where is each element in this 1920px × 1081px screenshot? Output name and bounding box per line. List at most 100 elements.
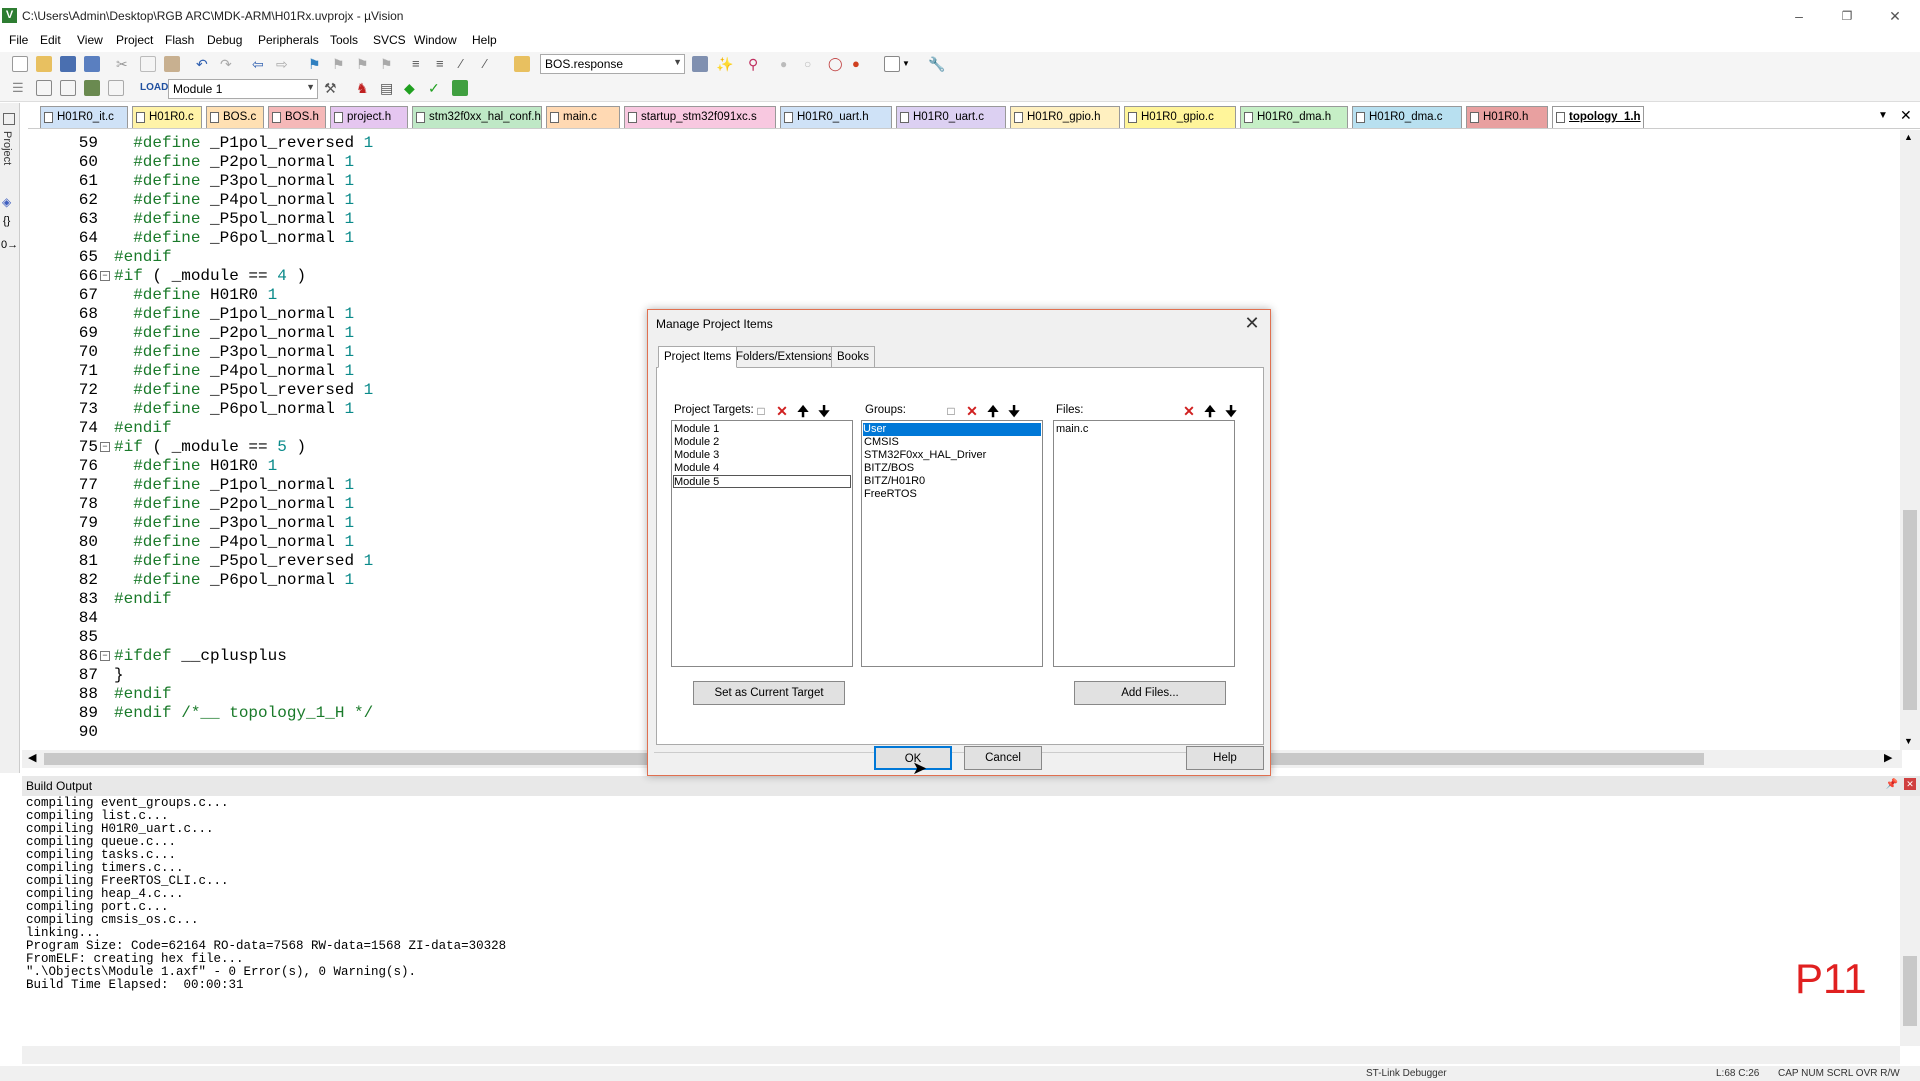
open-folder-icon[interactable]	[36, 56, 52, 72]
list-item[interactable]: Module 3	[674, 449, 719, 462]
save-all-icon[interactable]	[84, 56, 100, 72]
tab-books[interactable]: Books	[831, 346, 875, 368]
build-horizontal-scrollbar[interactable]	[22, 1046, 1900, 1064]
file-tab[interactable]: project.h	[330, 106, 408, 128]
tab-list-chevron-icon[interactable]: ▼	[1878, 110, 1888, 121]
uncomment-icon[interactable]: ∕	[484, 56, 500, 72]
minimize-button[interactable]: –	[1784, 6, 1814, 26]
kill-breakpoints-icon[interactable]: ●	[852, 56, 868, 72]
functions-icon[interactable]: {}	[3, 215, 10, 227]
menu-file[interactable]: File	[9, 33, 28, 47]
copy-icon[interactable]	[140, 56, 156, 72]
rebuild-icon[interactable]	[60, 80, 76, 96]
bookmark-prev-icon[interactable]: ⚑	[332, 56, 348, 72]
chevron-down-icon[interactable]: ▼	[673, 57, 682, 67]
groups-list[interactable]: User CMSIS STM32F0xx_HAL_Driver BITZ/BOS…	[861, 420, 1043, 667]
paste-icon[interactable]	[164, 56, 180, 72]
insert-breakpoint-icon[interactable]: ●	[780, 56, 796, 72]
list-item[interactable]: Module 1	[674, 423, 719, 436]
scroll-thumb[interactable]	[1903, 510, 1917, 710]
menu-tools[interactable]: Tools	[330, 33, 358, 47]
file-tab[interactable]: BOS.c	[206, 106, 264, 128]
find-combo[interactable]: BOS.response ▼	[540, 54, 685, 74]
list-item[interactable]: main.c	[1056, 423, 1088, 436]
menu-peripherals[interactable]: Peripherals	[258, 33, 319, 47]
move-down-target-icon[interactable]: 🠋	[815, 403, 833, 419]
target-combo[interactable]: Module 1 ▼	[168, 79, 318, 99]
scroll-thumb[interactable]	[1903, 956, 1917, 1026]
window-layout-icon[interactable]	[884, 56, 900, 72]
find-icon[interactable]	[692, 56, 708, 72]
move-up-target-icon[interactable]: 🠉	[794, 403, 812, 419]
books-icon[interactable]: ◈	[2, 195, 11, 209]
new-target-icon[interactable]: □	[752, 403, 770, 419]
tab-folders-extensions[interactable]: Folders/Extensions	[730, 346, 840, 368]
fold-collapse-icon[interactable]: −	[100, 442, 110, 452]
list-item[interactable]: Module 5	[673, 475, 851, 488]
build-icon[interactable]	[36, 80, 52, 96]
list-item[interactable]: CMSIS	[864, 436, 899, 449]
menu-flash[interactable]: Flash	[165, 33, 194, 47]
list-item[interactable]: BITZ/BOS	[864, 462, 914, 475]
scroll-right-icon[interactable]: ▶	[1884, 751, 1892, 764]
nav-back-icon[interactable]: ⇦	[252, 56, 268, 72]
project-tab-label[interactable]: Project	[1, 131, 13, 165]
move-up-file-icon[interactable]: 🠉	[1201, 403, 1219, 419]
cut-icon[interactable]: ✂	[116, 56, 132, 72]
nav-forward-icon[interactable]: ⇨	[276, 56, 292, 72]
list-item[interactable]: STM32F0xx_HAL_Driver	[864, 449, 986, 462]
redo-icon[interactable]: ↷	[220, 56, 236, 72]
chevron-down-icon[interactable]: ▼	[306, 82, 315, 92]
fold-collapse-icon[interactable]: −	[100, 271, 110, 281]
file-tab[interactable]: H01R0.h	[1466, 106, 1548, 128]
templates-icon[interactable]: 0→	[1, 239, 18, 251]
file-tab[interactable]: H01R0_gpio.h	[1010, 106, 1120, 128]
set-as-current-target-button[interactable]: Set as Current Target	[693, 681, 845, 705]
pin-icon[interactable]: 📌	[1886, 779, 1898, 790]
new-group-icon[interactable]: □	[942, 403, 960, 419]
bookmark-clear-icon[interactable]: ⚑	[380, 56, 396, 72]
target-options-icon[interactable]: ⚒	[324, 80, 340, 96]
chevron-down-icon[interactable]: ▼	[902, 56, 918, 72]
select-packs-icon[interactable]	[452, 80, 468, 96]
file-tab[interactable]: stm32f0xx_hal_conf.h	[412, 106, 542, 128]
scroll-up-icon[interactable]: ▲	[1904, 132, 1913, 142]
file-tab[interactable]: H01R0.c	[132, 106, 202, 128]
file-tab[interactable]: H01R0_dma.h	[1240, 106, 1348, 128]
list-item[interactable]: FreeRTOS	[864, 488, 917, 501]
cancel-button[interactable]: Cancel	[964, 746, 1042, 770]
file-tab[interactable]: BOS.h	[268, 106, 326, 128]
menu-debug[interactable]: Debug	[207, 33, 242, 47]
delete-group-icon[interactable]: ✕	[963, 403, 981, 419]
file-tab[interactable]: H01R0_uart.c	[896, 106, 1006, 128]
stop-build-icon[interactable]	[108, 80, 124, 96]
disable-breakpoints-icon[interactable]: ◯	[828, 56, 844, 72]
file-tab[interactable]: topology_1.h	[1552, 106, 1644, 128]
file-extensions-icon[interactable]: ▤	[380, 80, 396, 96]
rte-icon[interactable]: ◆	[404, 80, 420, 96]
find-in-files-icon[interactable]	[514, 56, 530, 72]
save-icon[interactable]	[60, 56, 76, 72]
restore-button[interactable]: ❐	[1832, 6, 1862, 26]
bookmark-next-icon[interactable]: ⚑	[356, 56, 372, 72]
file-tab[interactable]: main.c	[546, 106, 620, 128]
file-tab[interactable]: H01R0_it.c	[40, 106, 128, 128]
file-tab[interactable]: startup_stm32f091xc.s	[624, 106, 776, 128]
targets-list[interactable]: Module 1 Module 2 Module 3 Module 4 Modu…	[671, 420, 853, 667]
menu-edit[interactable]: Edit	[40, 33, 61, 47]
move-up-group-icon[interactable]: 🠉	[984, 403, 1002, 419]
list-item-selected[interactable]: User	[863, 423, 1041, 436]
list-item[interactable]: Module 2	[674, 436, 719, 449]
close-window-button[interactable]: ✕	[1880, 6, 1910, 26]
batch-build-icon[interactable]	[84, 80, 100, 96]
enable-breakpoint-icon[interactable]: ○	[804, 56, 820, 72]
bookmark-toggle-icon[interactable]: ⚑	[308, 56, 324, 72]
editor-vertical-scrollbar[interactable]: ▲ ▼	[1900, 130, 1920, 750]
file-tab[interactable]: H01R0_gpio.c	[1124, 106, 1236, 128]
configure-wrench-icon[interactable]: 🔧	[928, 56, 945, 72]
project-window-icon[interactable]	[3, 113, 15, 125]
file-tab[interactable]: H01R0_dma.c	[1352, 106, 1462, 128]
undo-icon[interactable]: ↶	[196, 56, 212, 72]
delete-target-icon[interactable]: ✕	[773, 403, 791, 419]
list-item[interactable]: BITZ/H01R0	[864, 475, 925, 488]
